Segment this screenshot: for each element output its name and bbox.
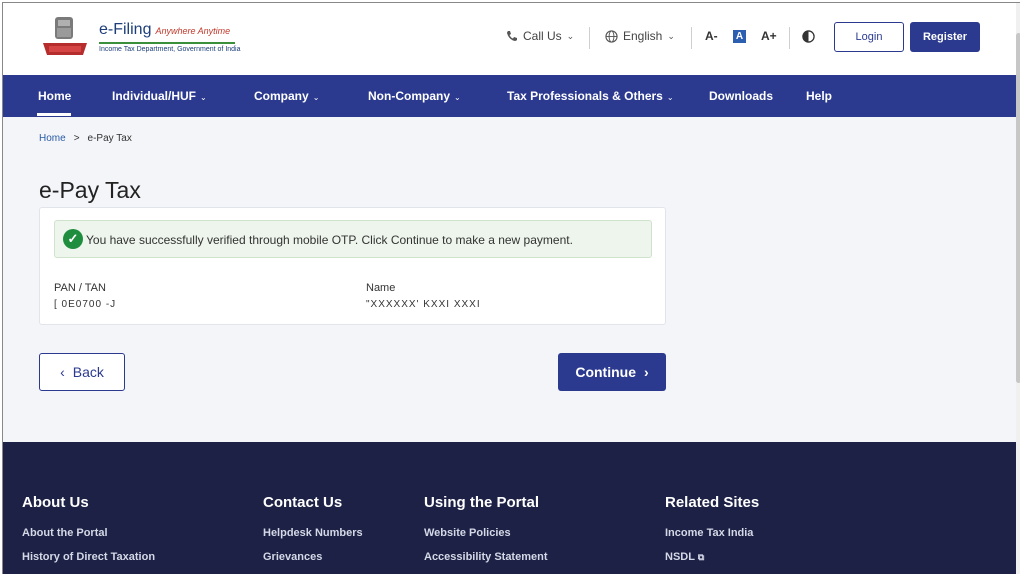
back-button-label: Back — [72, 364, 104, 380]
success-alert: ✓ You have successfully verified through… — [54, 220, 652, 258]
logo-divider — [99, 42, 235, 44]
language-label: English — [623, 29, 663, 43]
footer-link[interactable]: Income Tax India — [665, 527, 759, 539]
check-circle-icon: ✓ — [63, 229, 83, 249]
emblem-icon — [43, 17, 87, 55]
call-us-label: Call Us — [523, 29, 562, 43]
nav-item-downloads[interactable]: Downloads — [709, 75, 773, 117]
breadcrumb-separator: > — [73, 133, 80, 144]
phone-icon — [507, 31, 517, 41]
logo-tagline: Anywhere Anytime — [155, 26, 231, 36]
browser-viewport: e-Filing Anywhere Anytime Income Tax Depa… — [2, 2, 1020, 574]
continue-button-label: Continue — [575, 364, 636, 380]
header-divider — [789, 27, 790, 49]
nav-item-non-company[interactable]: Non-Company ⌄ — [368, 75, 461, 117]
footer-heading: About Us — [22, 494, 89, 511]
footer-link[interactable]: Website Policies — [424, 527, 548, 539]
nav-item-individual-huf[interactable]: Individual/HUF ⌄ — [112, 75, 207, 117]
chevron-down-icon: ⌄ — [200, 93, 207, 102]
nav-active-indicator — [37, 113, 71, 116]
font-default-button[interactable]: A — [733, 30, 746, 43]
header-divider — [691, 27, 692, 49]
breadcrumb-current: e-Pay Tax — [87, 133, 132, 144]
footer-link[interactable]: Grievances — [263, 551, 363, 563]
footer-link[interactable]: Helpdesk Numbers — [263, 527, 363, 539]
name-label: Name — [366, 282, 396, 294]
nav-item-home[interactable]: Home — [38, 75, 71, 117]
contrast-icon[interactable] — [802, 30, 815, 43]
globe-icon — [605, 29, 618, 43]
chevron-down-icon: ⌄ — [667, 30, 675, 41]
footer-heading: Using the Portal — [424, 494, 540, 511]
nav-item-help[interactable]: Help — [806, 75, 832, 117]
font-decrease-button[interactable]: A- — [705, 29, 718, 43]
chevron-down-icon: ⌄ — [312, 93, 320, 102]
register-button[interactable]: Register — [910, 22, 980, 52]
language-dropdown[interactable]: English ⌄ — [605, 29, 675, 43]
nav-item-tax-professionals[interactable]: Tax Professionals & Others ⌄ — [507, 75, 674, 117]
call-us-dropdown[interactable]: Call Us ⌄ — [506, 29, 574, 43]
back-button[interactable]: ‹ Back — [39, 353, 125, 391]
footer-heading: Related Sites — [665, 494, 760, 511]
footer-column-related: Related Sites Income Tax India NSDL ⧉ — [665, 494, 759, 574]
chevron-down-icon: ⌄ — [454, 93, 461, 102]
efiling-logo[interactable]: e-Filing Anywhere Anytime Income Tax Depa… — [39, 15, 249, 61]
footer-heading: Contact Us — [263, 494, 343, 511]
header-divider — [589, 27, 590, 49]
footer-link[interactable]: History of Direct Taxation — [22, 551, 155, 563]
logo-subtitle: Income Tax Department, Government of Ind… — [99, 46, 241, 53]
page-scrollbar[interactable] — [1016, 3, 1020, 574]
login-button[interactable]: Login — [834, 22, 904, 52]
main-content: Home > e-Pay Tax e-Pay Tax ✓ You have su… — [3, 117, 1020, 442]
breadcrumb: Home > e-Pay Tax — [39, 133, 132, 144]
chevron-right-icon: › — [643, 364, 649, 380]
footer-column-contact: Contact Us Helpdesk Numbers Grievances — [263, 494, 363, 574]
scrollbar-thumb[interactable] — [1016, 33, 1020, 383]
name-value: "XXXXXX' KXXI XXXI — [366, 299, 481, 310]
success-message: You have successfully verified through m… — [86, 233, 573, 247]
pan-tan-value: [ 0E0700 -J — [54, 299, 117, 310]
chevron-left-icon: ‹ — [60, 364, 65, 380]
chevron-down-icon: ⌄ — [566, 30, 575, 41]
page-title: e-Pay Tax — [39, 177, 141, 203]
footer-column-about: About Us About the Portal History of Dir… — [22, 494, 155, 574]
logo-title: e-Filing Anywhere Anytime — [99, 21, 231, 38]
breadcrumb-home-link[interactable]: Home — [39, 133, 66, 144]
footer-link[interactable]: Accessibility Statement — [424, 551, 548, 563]
continue-button[interactable]: Continue › — [558, 353, 666, 391]
site-header: e-Filing Anywhere Anytime Income Tax Depa… — [3, 3, 1020, 75]
chevron-down-icon: ⌄ — [666, 93, 674, 102]
font-increase-button[interactable]: A+ — [761, 29, 777, 43]
pan-tan-label: PAN / TAN — [54, 282, 106, 294]
site-footer: About Us About the Portal History of Dir… — [3, 442, 1020, 574]
footer-link[interactable]: About the Portal — [22, 527, 155, 539]
verification-card: ✓ You have successfully verified through… — [39, 207, 666, 325]
nav-item-company[interactable]: Company ⌄ — [254, 75, 319, 117]
footer-column-portal: Using the Portal Website Policies Access… — [424, 494, 548, 574]
external-link-icon: ⧉ — [697, 552, 705, 562]
main-nav: Home Individual/HUF ⌄ Company ⌄ Non-Compan… — [3, 75, 1020, 117]
footer-link-nsdl[interactable]: NSDL ⧉ — [665, 551, 759, 563]
